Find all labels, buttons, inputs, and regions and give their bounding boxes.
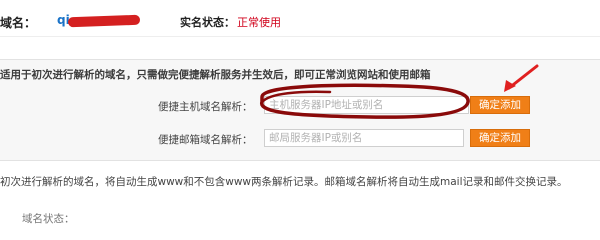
realname-status-value: 正常使用: [237, 16, 281, 29]
divider: [0, 36, 600, 37]
mail-ip-input[interactable]: [264, 129, 464, 147]
host-ip-input[interactable]: [264, 96, 469, 114]
resolve-hint-text: 初次进行解析的域名，将自动生成www和不包含www两条解析记录。邮箱域名解析将自…: [0, 176, 568, 188]
quick-resolve-panel: 适用于初次进行解析的域名，只需做完便捷解析服务并生效后，即可正常浏览网站和使用邮…: [0, 59, 600, 161]
redaction-mark: [67, 14, 141, 28]
domain-label: 域名：: [0, 16, 37, 30]
host-resolve-label: 便捷主机域名解析：: [158, 101, 253, 113]
mail-resolve-label: 便捷邮箱域名解析：: [158, 134, 253, 146]
domain-status-label-cutoff: 域名状态：: [22, 213, 75, 225]
panel-notice: 适用于初次进行解析的域名，只需做完便捷解析服务并生效后，即可正常浏览网站和使用邮…: [0, 69, 431, 81]
mail-confirm-add-button[interactable]: 确定添加: [470, 129, 530, 147]
host-confirm-add-button[interactable]: 确定添加: [470, 96, 530, 114]
realname-status-label: 实名状态：: [180, 16, 235, 29]
domain-info-row: 域名： qi .com 实名状态： 正常使用: [0, 9, 600, 33]
